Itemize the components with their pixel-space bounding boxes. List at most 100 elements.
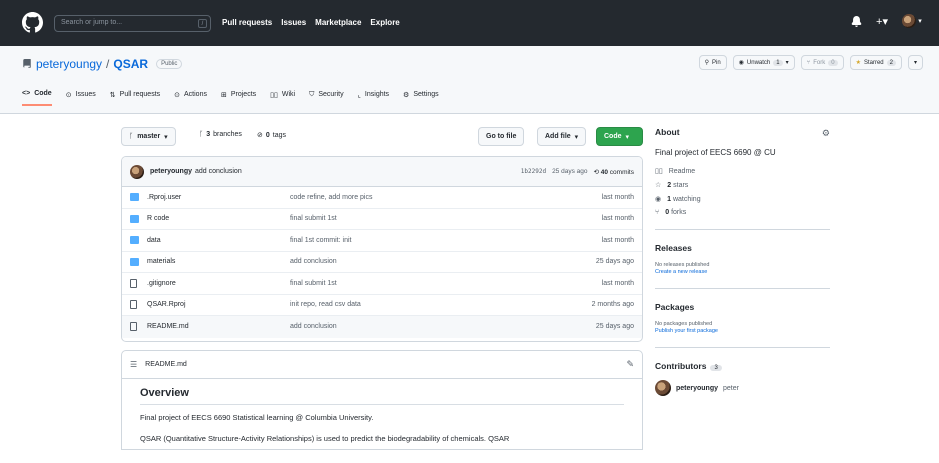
repo-owner-link[interactable]: peteryoungy bbox=[36, 57, 102, 71]
fork-button[interactable]: ⑂ Fork 0 bbox=[800, 55, 844, 70]
branch-icon: ᚴ bbox=[199, 131, 204, 138]
tab-wiki[interactable]: ▯▯ Wiki bbox=[270, 90, 295, 106]
file-commit-message[interactable]: final submit 1st bbox=[290, 280, 602, 287]
watching-count: 1 bbox=[667, 195, 672, 203]
forks-link[interactable]: ⑂ 0 forks bbox=[655, 209, 830, 216]
commits-link[interactable]: ⟲ 40 commits bbox=[593, 168, 634, 176]
commit-author[interactable]: peteryoungy bbox=[150, 168, 192, 175]
tab-settings[interactable]: ⚙ Settings bbox=[403, 90, 439, 106]
unwatch-button[interactable]: ◉ Unwatch 1 ▾ bbox=[732, 55, 795, 70]
pin-label: Pin bbox=[711, 59, 721, 66]
eye-icon: ◉ bbox=[655, 196, 662, 203]
gear-icon[interactable]: ⚙ bbox=[822, 128, 830, 139]
stars-link[interactable]: ☆ 2 stars bbox=[655, 181, 830, 190]
user-menu[interactable]: ▾ bbox=[901, 14, 923, 28]
file-row[interactable]: data final 1st commit: init last month bbox=[122, 230, 642, 252]
tab-label: Settings bbox=[413, 91, 439, 98]
file-row[interactable]: QSAR.Rproj init repo, read csv data 2 mont… bbox=[122, 295, 642, 316]
avatar[interactable] bbox=[130, 164, 144, 179]
tab-actions[interactable]: ⊙ Actions bbox=[174, 90, 207, 106]
list-icon[interactable]: ☰ bbox=[130, 360, 137, 369]
nav-explore[interactable]: Explore bbox=[370, 18, 399, 27]
file-commit-message[interactable]: init repo, read csv data bbox=[290, 301, 592, 308]
file-row[interactable]: .Rproj.user code refine, add more pics las… bbox=[122, 187, 642, 209]
pull-request-icon: ⇅ bbox=[109, 91, 116, 99]
file-commit-message[interactable]: add conclusion bbox=[290, 258, 596, 265]
nav-marketplace[interactable]: Marketplace bbox=[315, 18, 361, 27]
plus-dropdown-icon[interactable]: +▾ bbox=[873, 14, 891, 28]
file-name-link[interactable]: README.md bbox=[147, 323, 290, 330]
file-commit-message[interactable]: final submit 1st bbox=[290, 215, 602, 222]
file-name-link[interactable]: .Rproj.user bbox=[147, 194, 290, 201]
tab-label: Issues bbox=[75, 91, 96, 98]
file-row[interactable]: materials add conclusion 25 days ago bbox=[122, 252, 642, 273]
packages-empty: No packages published bbox=[655, 321, 713, 327]
readme-link[interactable]: ▯▯ Readme bbox=[655, 167, 830, 176]
tab-label: Code bbox=[34, 90, 52, 97]
file-name-link[interactable]: data bbox=[147, 237, 290, 244]
shield-icon: ⛉ bbox=[309, 90, 315, 98]
file-commit-message[interactable]: final 1st commit: init bbox=[290, 237, 602, 244]
releases-empty: No releases published bbox=[655, 262, 710, 268]
eye-icon: ◉ bbox=[738, 60, 744, 66]
commits-count: 40 bbox=[600, 168, 608, 176]
github-logo-icon[interactable] bbox=[22, 12, 43, 33]
pencil-icon[interactable]: ✎ bbox=[626, 359, 634, 370]
tab-code[interactable]: <> Code bbox=[22, 90, 52, 106]
branch-name: master bbox=[137, 133, 161, 140]
fork-label: Fork bbox=[813, 59, 826, 66]
repo-icon bbox=[23, 59, 31, 68]
tab-insights[interactable]: ⌞ Insights bbox=[358, 90, 389, 106]
tags-link[interactable]: ⊘ 0 tags bbox=[257, 131, 287, 140]
nav-issues[interactable]: Issues bbox=[281, 18, 306, 27]
readme-panel: ☰ README.md ✎ Overview Final project of … bbox=[121, 350, 643, 450]
pin-button[interactable]: ⚲ Pin bbox=[698, 55, 727, 70]
watch-count: 1 bbox=[773, 59, 783, 66]
readme-filename[interactable]: README.md bbox=[145, 361, 187, 368]
book-icon: ▯▯ bbox=[655, 168, 663, 175]
file-commit-time: last month bbox=[601, 279, 634, 287]
tab-label: Insights bbox=[364, 91, 390, 98]
contributors-title[interactable]: Contributors 3 bbox=[655, 361, 830, 371]
repo-name-link[interactable]: QSAR bbox=[113, 57, 148, 71]
issue-icon: ⊙ bbox=[65, 91, 72, 99]
file-row[interactable]: README.md add conclusion 25 days ago bbox=[122, 316, 642, 338]
file-name-link[interactable]: .gitignore bbox=[147, 280, 290, 287]
tags-label: tags bbox=[272, 131, 287, 139]
header-actions: +▾ ▾ bbox=[849, 14, 923, 28]
watching-link[interactable]: ◉ 1 watching bbox=[655, 195, 830, 204]
starred-button[interactable]: ★ Starred 2 bbox=[849, 55, 902, 70]
commit-message[interactable]: add conclusion bbox=[195, 168, 242, 175]
packages-title[interactable]: Packages bbox=[655, 302, 830, 312]
readme-link-label: Readme bbox=[668, 167, 696, 175]
publish-package-link[interactable]: Publish your first package bbox=[655, 328, 830, 334]
search-input[interactable]: Search or jump to... / bbox=[54, 15, 211, 32]
file-name-link[interactable]: materials bbox=[147, 258, 290, 265]
file-icon bbox=[130, 300, 137, 310]
code-button[interactable]: Code ▾ bbox=[596, 127, 643, 146]
file-name-link[interactable]: QSAR.Rproj bbox=[147, 301, 290, 308]
tab-pull-requests[interactable]: ⇅ Pull requests bbox=[110, 90, 160, 106]
chevron-down-icon: ▾ bbox=[785, 60, 789, 66]
branch-select-button[interactable]: ᚴ master ▾ bbox=[121, 127, 176, 146]
branches-link[interactable]: ᚴ 3 branches bbox=[199, 131, 242, 138]
star-list-dropdown[interactable]: ▾ bbox=[907, 55, 923, 70]
file-row[interactable]: R code final submit 1st last month bbox=[122, 209, 642, 230]
tab-projects[interactable]: ⊞ Projects bbox=[221, 90, 256, 106]
go-to-file-button[interactable]: Go to file bbox=[478, 127, 525, 146]
tab-issues[interactable]: ⊙ Issues bbox=[66, 90, 96, 106]
file-row[interactable]: .gitignore final submit 1st last month bbox=[122, 273, 642, 295]
file-commit-message[interactable]: code refine, add more pics bbox=[290, 194, 602, 201]
table-icon: ⊞ bbox=[220, 91, 227, 99]
releases-title[interactable]: Releases bbox=[655, 243, 830, 253]
file-name-link[interactable]: R code bbox=[147, 215, 290, 222]
commit-hash[interactable]: 1b2292d bbox=[521, 168, 546, 175]
contributor-item[interactable]: peteryoungy peter bbox=[655, 380, 830, 396]
add-file-button[interactable]: Add file ▾ bbox=[537, 127, 587, 146]
nav-pull-requests[interactable]: Pull requests bbox=[222, 18, 272, 27]
contributors-label: Contributors bbox=[655, 361, 707, 371]
create-release-link[interactable]: Create a new release bbox=[655, 269, 830, 275]
tab-security[interactable]: ⛉ Security bbox=[309, 90, 344, 106]
bell-icon[interactable] bbox=[849, 14, 863, 28]
file-commit-message[interactable]: add conclusion bbox=[290, 323, 596, 330]
